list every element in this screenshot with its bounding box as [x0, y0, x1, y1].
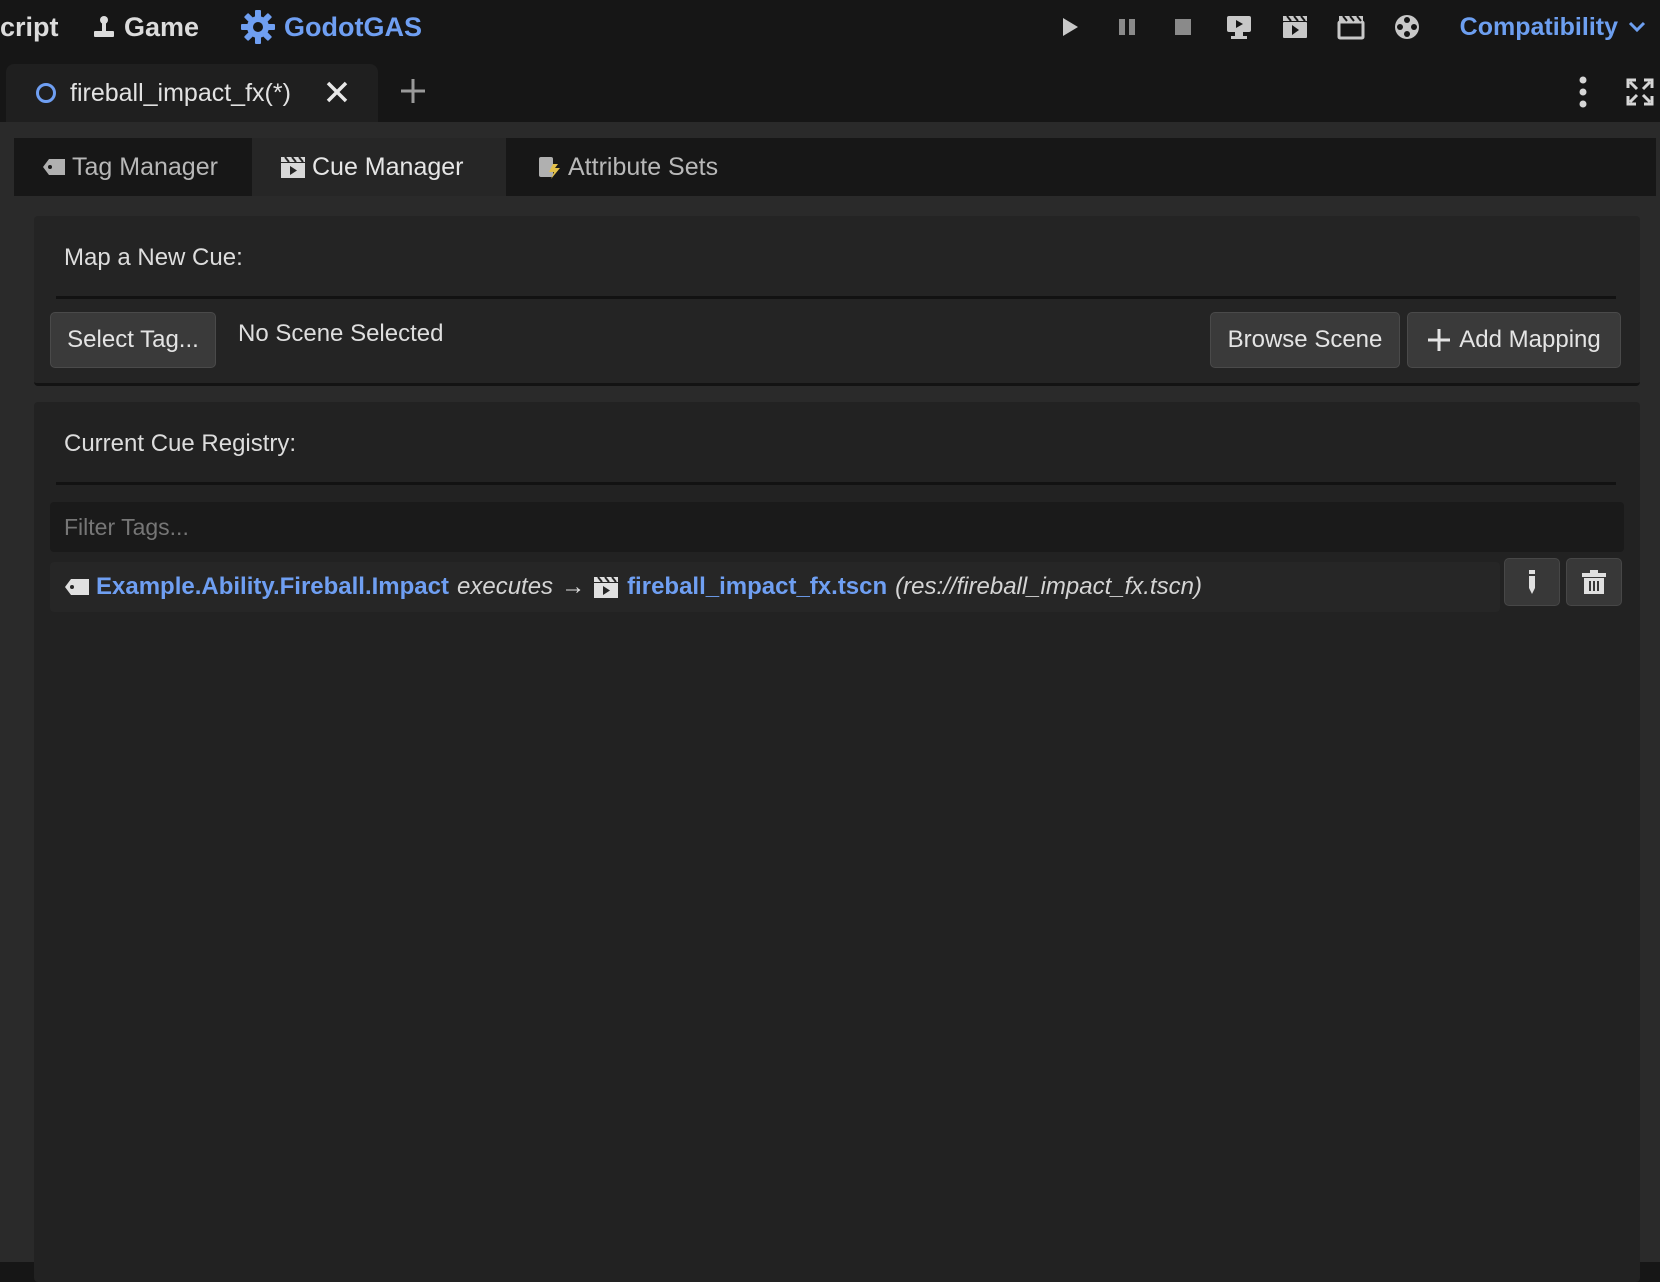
menu-game-label: Game	[124, 11, 200, 42]
top-bar: cript Game GodotGAS Compatibility	[0, 0, 1660, 54]
run-custom-scene-icon	[1337, 15, 1365, 40]
tab-tag-manager[interactable]: Tag Manager	[14, 138, 252, 196]
new-cue-divider	[56, 296, 1616, 299]
run-scene-button[interactable]	[1275, 8, 1315, 46]
play-icon	[1063, 18, 1078, 36]
registry-divider	[56, 482, 1616, 485]
trash-icon	[1582, 570, 1606, 594]
new-cue-panel: Map a New Cue: Select Tag... No Scene Se…	[34, 216, 1640, 386]
close-icon[interactable]	[324, 79, 350, 105]
cue-registry-panel: Current Cue Registry: Example.Ability.Fi…	[34, 402, 1640, 1282]
menu-godotgas[interactable]: GodotGAS	[240, 0, 422, 54]
run-custom-scene-button[interactable]	[1331, 8, 1371, 46]
select-tag-label: Select Tag...	[67, 326, 199, 353]
scene-tab-bar: fireball_impact_fx(*)	[0, 60, 1660, 122]
add-mapping-label: Add Mapping	[1459, 326, 1601, 353]
run-scene-icon	[1283, 15, 1307, 38]
joystick-icon	[94, 16, 114, 37]
clapperboard-icon	[594, 576, 619, 598]
scene-status-text: No Scene Selected	[238, 320, 444, 347]
scene-root-icon	[36, 83, 56, 103]
add-tab-icon[interactable]	[398, 76, 428, 106]
plugin-tab-bar: Tag Manager Cue Manager Attribute Sets	[14, 138, 1656, 196]
pause-button[interactable]	[1107, 8, 1147, 46]
tab-tag-manager-label: Tag Manager	[72, 152, 218, 181]
more-options-icon[interactable]	[1576, 76, 1590, 108]
pause-icon	[1119, 19, 1135, 35]
tab-cue-manager[interactable]: Cue Manager	[252, 138, 506, 196]
cue-scene-path: (res://fireball_impact_fx.tscn)	[895, 573, 1202, 600]
cue-verb: executes	[457, 573, 554, 600]
tab-cue-manager-label: Cue Manager	[312, 152, 464, 181]
attribute-icon	[539, 157, 560, 179]
stop-icon	[1175, 19, 1191, 35]
tag-icon	[65, 579, 89, 595]
remote-debug-button[interactable]	[1219, 8, 1259, 46]
scene-tab-label: fireball_impact_fx(*)	[70, 78, 291, 107]
chevron-down-icon	[1628, 21, 1646, 33]
movie-maker-button[interactable]	[1387, 8, 1427, 46]
play-button[interactable]	[1050, 8, 1090, 46]
cue-arrow: →	[561, 573, 586, 600]
scene-tab-active[interactable]: fireball_impact_fx(*)	[6, 64, 378, 122]
browse-scene-button[interactable]: Browse Scene	[1210, 312, 1400, 368]
cue-entry-row: Example.Ability.Fireball.Impact executes…	[50, 562, 1500, 612]
add-mapping-button[interactable]: Add Mapping	[1407, 312, 1621, 368]
filter-tags-input[interactable]	[50, 502, 1624, 552]
menu-script-label: cript	[0, 11, 59, 42]
menu-godotgas-label: GodotGAS	[284, 11, 422, 42]
tab-attribute-sets-label: Attribute Sets	[568, 152, 719, 181]
tag-icon	[43, 159, 65, 175]
edit-cue-button[interactable]	[1504, 558, 1560, 606]
remote-debug-icon	[1227, 16, 1251, 39]
stop-button[interactable]	[1163, 8, 1203, 46]
registry-heading: Current Cue Registry:	[64, 430, 297, 457]
cue-scene-link[interactable]: fireball_impact_fx.tscn	[627, 573, 887, 601]
renderer-label: Compatibility	[1459, 12, 1618, 41]
menu-game[interactable]: Game	[92, 0, 199, 54]
new-cue-heading: Map a New Cue:	[64, 244, 243, 271]
delete-cue-button[interactable]	[1566, 558, 1622, 606]
renderer-selector[interactable]: Compatibility	[1460, 0, 1646, 54]
tab-attribute-sets[interactable]: Attribute Sets	[506, 138, 736, 196]
select-tag-button[interactable]: Select Tag...	[50, 312, 216, 368]
gear-icon	[241, 10, 275, 44]
movie-maker-icon	[1395, 15, 1419, 39]
plus-icon	[1428, 329, 1451, 351]
fullscreen-icon[interactable]	[1626, 78, 1654, 106]
editor-area: Tag Manager Cue Manager Attribute Sets M…	[0, 122, 1660, 1282]
browse-scene-label: Browse Scene	[1227, 326, 1383, 353]
pencil-icon	[1529, 570, 1535, 594]
clapperboard-icon	[281, 156, 305, 178]
cue-tag-link[interactable]: Example.Ability.Fireball.Impact	[96, 573, 449, 601]
menu-script[interactable]: cript	[0, 0, 59, 54]
